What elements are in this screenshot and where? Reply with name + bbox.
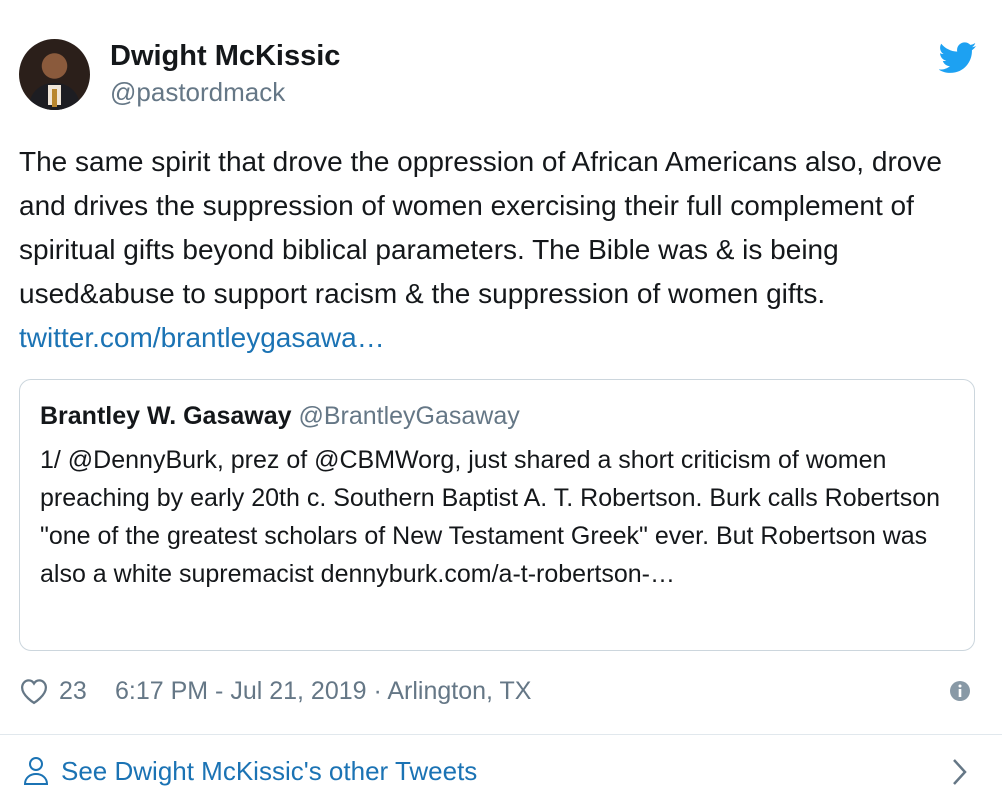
like-count[interactable]: 23: [59, 674, 87, 708]
other-tweets-link[interactable]: See Dwight McKissic's other Tweets: [61, 753, 477, 789]
footer-link-row[interactable]: See Dwight McKissic's other Tweets: [19, 752, 983, 792]
person-icon: [23, 757, 49, 785]
tweet-header: Dwight McKissic @pastordmack: [19, 39, 983, 111]
quoted-tweet-card[interactable]: Brantley W. Gasaway @BrantleyGasaway 1/ …: [19, 379, 975, 651]
quoted-tweet-link[interactable]: twitter.com/brantleygasawa…: [19, 322, 385, 353]
footer-divider: [0, 734, 1002, 735]
tweet-text: The same spirit that drove the oppressio…: [19, 140, 979, 360]
twitter-bird-icon[interactable]: [939, 42, 977, 74]
quoted-author-name: Brantley W. Gasaway: [40, 402, 292, 430]
heart-icon[interactable]: [19, 677, 49, 705]
tweet-body: The same spirit that drove the oppressio…: [19, 146, 942, 309]
tweet-timestamp[interactable]: 6:17 PM - Jul 21, 2019 · Arlington, TX: [115, 674, 531, 708]
quoted-author-handle: @BrantleyGasaway: [298, 402, 520, 430]
author-handle[interactable]: @pastordmack: [110, 77, 285, 107]
info-icon[interactable]: [949, 680, 971, 702]
chevron-right-icon[interactable]: [950, 756, 970, 788]
author-avatar[interactable]: [19, 39, 90, 110]
author-name[interactable]: Dwight McKissic: [110, 39, 340, 73]
quoted-tweet-header: Brantley W. Gasaway @BrantleyGasaway: [40, 400, 520, 432]
quoted-tweet-text: 1/ @DennyBurk, prez of @CBMWorg, just sh…: [40, 446, 941, 588]
tweet-meta: 23 6:17 PM - Jul 21, 2019 · Arlington, T…: [19, 674, 983, 708]
avatar-tie: [52, 89, 57, 107]
